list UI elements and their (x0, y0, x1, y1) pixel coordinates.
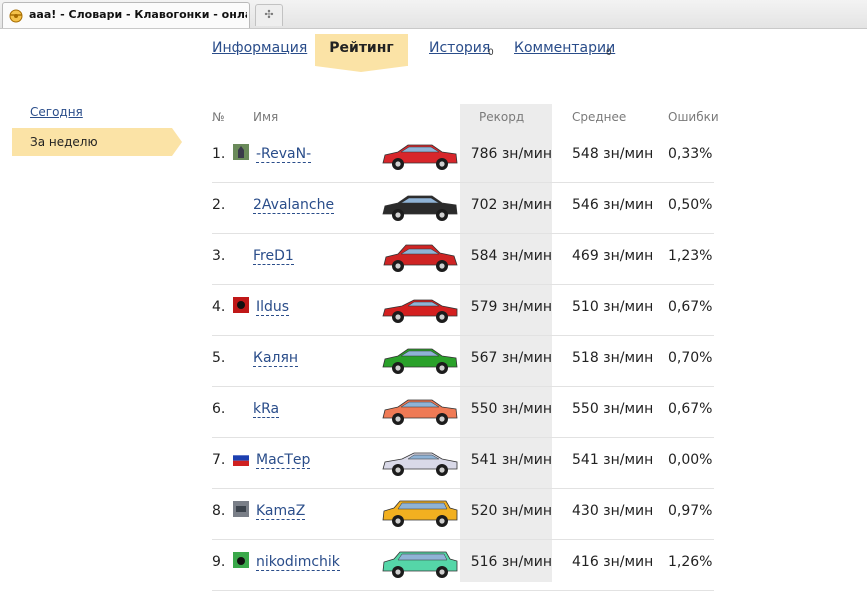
row-errors: 0,70% (668, 350, 713, 366)
player-name-link[interactable]: FreD1 (253, 248, 294, 265)
player-name-link[interactable]: Ildus (256, 299, 290, 316)
car-icon (383, 244, 458, 272)
table-row: 4. Ildus 579 зн/мин 510 зн/мин 0,67% (212, 284, 714, 336)
green-avatar-icon[interactable] (233, 552, 249, 568)
car-icon (382, 144, 458, 170)
table-row: 5. Калян 567 зн/мин 518 зн/мин 0,70% (212, 335, 714, 387)
row-errors: 0,67% (668, 299, 713, 315)
steering-wheel-icon (9, 9, 23, 23)
plus-icon: ✣ (264, 8, 274, 21)
photo-avatar-icon[interactable] (233, 501, 249, 517)
row-record: 567 зн/мин (470, 350, 552, 366)
row-rank: 2. (212, 197, 226, 213)
row-record: 702 зн/мин (470, 197, 552, 213)
row-record: 584 зн/мин (470, 248, 552, 264)
header-name: Имя (253, 110, 279, 124)
row-rank: 3. (212, 248, 226, 264)
row-record: 579 зн/мин (470, 299, 552, 315)
row-record: 516 зн/мин (470, 554, 552, 570)
browser-tab[interactable]: aaa! - Словари - Клавогонки - онлай... (2, 2, 250, 28)
tab-comments[interactable]: Комментарии (514, 40, 615, 56)
player-name-link[interactable]: -RevaN- (256, 146, 312, 163)
row-errors: 0,00% (668, 452, 713, 468)
header-errors: Ошибки (668, 110, 719, 124)
row-rank: 8. (212, 503, 226, 519)
tab-history[interactable]: История (429, 40, 490, 56)
car-icon (382, 500, 458, 527)
row-errors: 1,26% (668, 554, 713, 570)
car-icon (382, 452, 458, 476)
row-errors: 1,23% (668, 248, 713, 264)
row-rank: 1. (212, 146, 226, 162)
row-errors: 0,33% (668, 146, 713, 162)
row-rank: 7. (212, 452, 226, 468)
table-row: 9. nikodimchik 516 зн/мин 416 зн/мин 1,26% (212, 539, 714, 591)
car-icon (382, 399, 458, 425)
browser-tab-title: aaa! - Словари - Клавогонки - онлай... (29, 8, 247, 21)
table-row: 3. FreD1 584 зн/мин 469 зн/мин 1,23% (212, 233, 714, 285)
table-row: 8. KamaZ 520 зн/мин 430 зн/мин 0,97% (212, 488, 714, 540)
row-average: 541 зн/мин (572, 452, 654, 468)
browser-tab-strip: aaa! - Словари - Клавогонки - онлай... ✣ (0, 0, 867, 29)
row-record: 786 зн/мин (470, 146, 552, 162)
comments-count: 0 (606, 48, 612, 58)
row-record: 520 зн/мин (470, 503, 552, 519)
table-row: 6. kRa 550 зн/мин 550 зн/мин 0,67% (212, 386, 714, 438)
row-rank: 6. (212, 401, 226, 417)
row-average: 469 зн/мин (572, 248, 654, 264)
row-record: 550 зн/мин (470, 401, 552, 417)
player-name-link[interactable]: nikodimchik (256, 554, 340, 571)
tab-rating[interactable]: Рейтинг (315, 34, 408, 72)
row-average: 518 зн/мин (572, 350, 654, 366)
table-row: 2. 2Avalanche 702 зн/мин 546 зн/мин 0,50% (212, 182, 714, 234)
period-today-link[interactable]: Сегодня (30, 105, 83, 119)
history-count: 0 (488, 48, 494, 58)
new-tab-button[interactable]: ✣ (255, 4, 283, 26)
row-record: 541 зн/мин (470, 452, 552, 468)
period-week-selected[interactable]: За неделю (12, 128, 182, 156)
car-icon (382, 348, 458, 374)
tab-comments-label: Комментарии (514, 40, 616, 56)
car-icon (382, 551, 458, 578)
row-average: 550 зн/мин (572, 401, 654, 417)
row-errors: 0,50% (668, 197, 713, 213)
row-average: 416 зн/мин (572, 554, 654, 570)
header-average: Среднее (572, 110, 627, 124)
header-num: № (212, 110, 225, 124)
table-row: 7. МасТер 541 зн/мин 541 зн/мин 0,00% (212, 437, 714, 489)
row-average: 548 зн/мин (572, 146, 654, 162)
row-average: 510 зн/мин (572, 299, 654, 315)
player-name-link[interactable]: МасТер (256, 452, 311, 469)
player-name-link[interactable]: KamaZ (256, 503, 306, 520)
row-average: 430 зн/мин (572, 503, 654, 519)
player-name-link[interactable]: kRa (253, 401, 280, 418)
red-emblem-avatar-icon[interactable] (233, 297, 249, 313)
row-rank: 4. (212, 299, 226, 315)
tab-info[interactable]: Информация (212, 40, 307, 56)
car-icon (382, 195, 458, 221)
table-row: 1. -RevaN- 786 зн/мин 548 зн/мин 0,33% (212, 131, 714, 183)
car-icon (382, 299, 458, 323)
row-errors: 0,67% (668, 401, 713, 417)
player-name-link[interactable]: Калян (253, 350, 299, 367)
row-rank: 9. (212, 554, 226, 570)
player-name-link[interactable]: 2Avalanche (253, 197, 335, 214)
russian-flag-avatar-icon[interactable] (233, 450, 249, 466)
row-errors: 0,97% (668, 503, 713, 519)
row-rank: 5. (212, 350, 226, 366)
knight-avatar-icon[interactable] (233, 144, 249, 160)
tab-history-label: История (429, 40, 491, 56)
header-record: Рекорд (479, 110, 525, 124)
row-average: 546 зн/мин (572, 197, 654, 213)
